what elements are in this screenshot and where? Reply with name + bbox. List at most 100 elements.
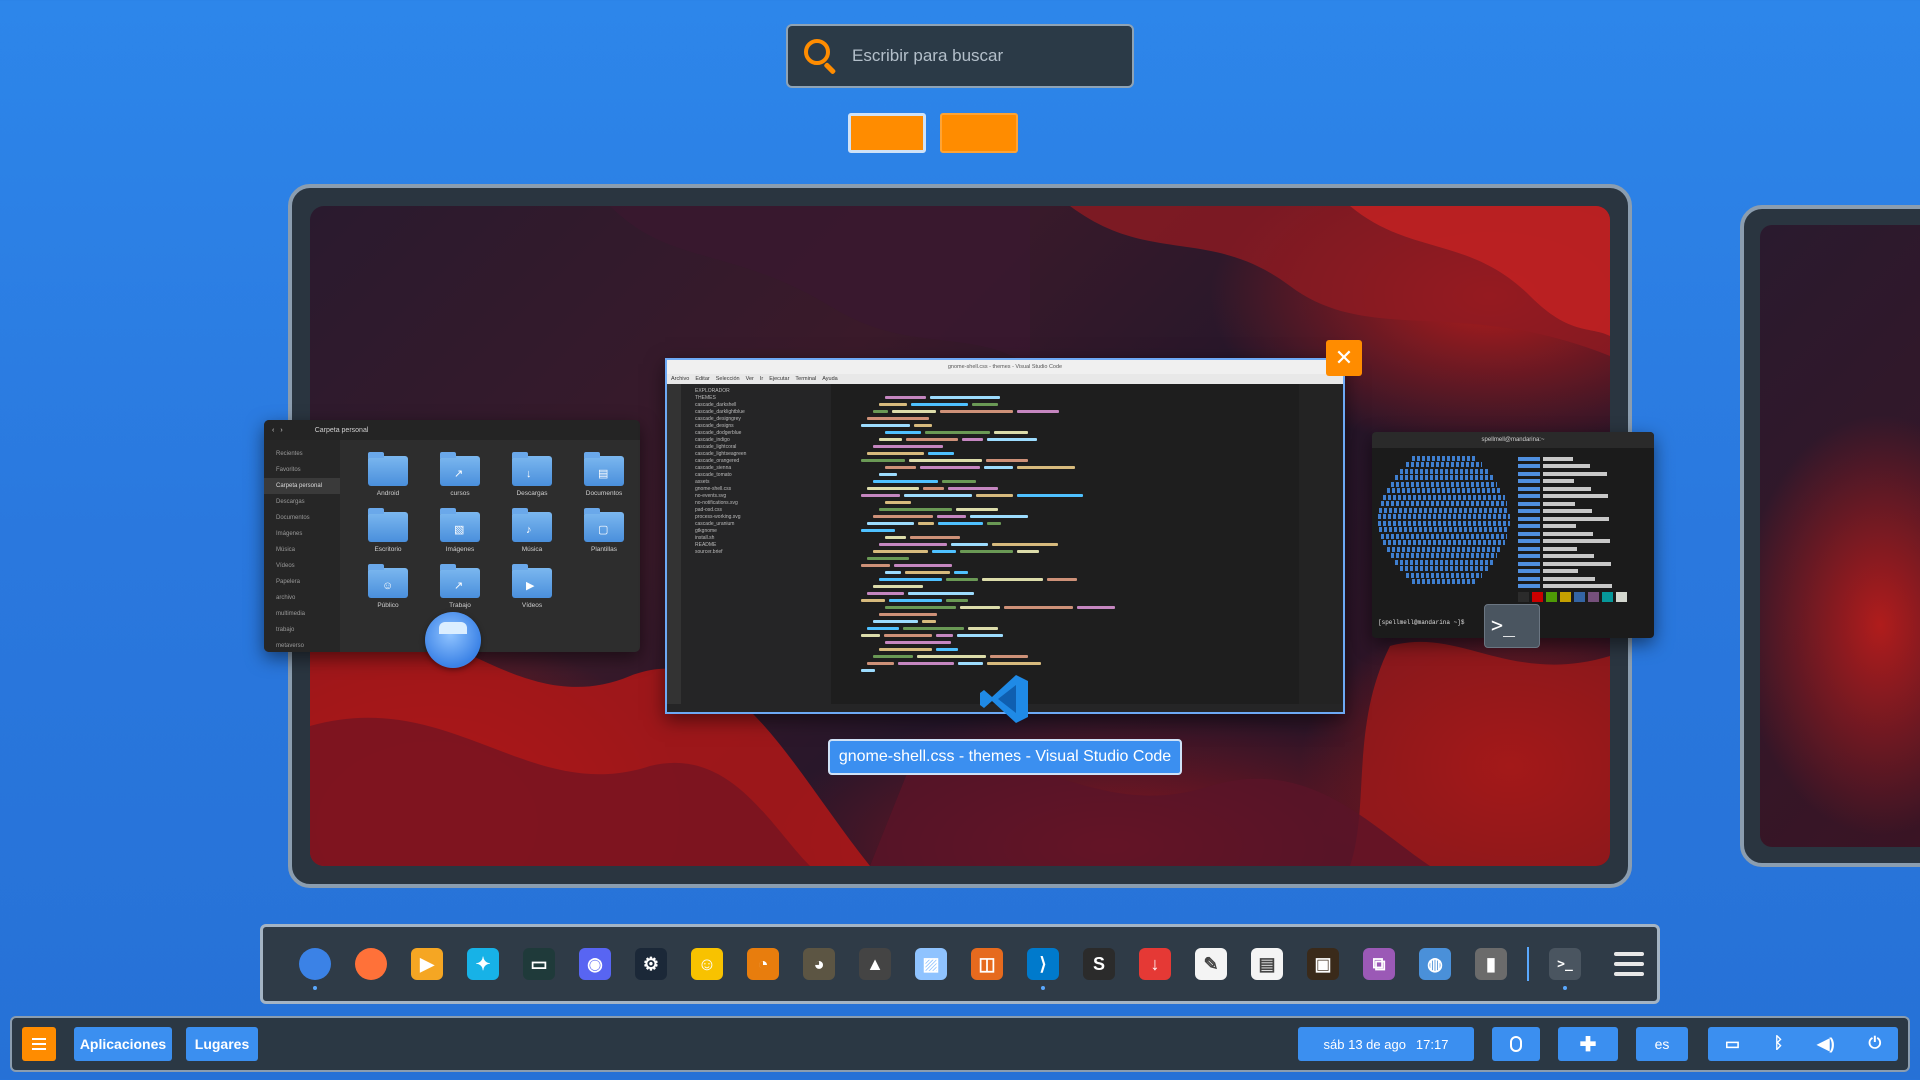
files-sidebar-item[interactable]: Documentos <box>264 510 340 526</box>
dock-item-steam[interactable]: ⚙ <box>623 936 679 992</box>
vscode-menu-item[interactable]: Ejecutar <box>769 376 789 382</box>
files-sidebar-item[interactable]: metaverso <box>264 638 340 652</box>
show-applications-button[interactable] <box>1601 936 1657 992</box>
explorer-item[interactable]: gnome-shell.css <box>681 486 831 493</box>
explorer-item[interactable]: README <box>681 542 831 549</box>
explorer-item[interactable]: cascade_lightcoral <box>681 444 831 451</box>
notifications-button[interactable] <box>1492 1027 1540 1061</box>
search-input[interactable] <box>852 46 1112 66</box>
files-sidebar-item[interactable]: multimedia <box>264 606 340 622</box>
files-sidebar-item[interactable]: trabajo <box>264 622 340 638</box>
workspace-thumbnail-1[interactable] <box>848 113 926 153</box>
folder-item[interactable]: ↗ Trabajo <box>424 564 496 620</box>
explorer-item[interactable]: cascade_designs <box>681 423 831 430</box>
files-sidebar-item[interactable]: Carpeta personal <box>264 478 340 494</box>
explorer-item[interactable]: cascade_darkshell <box>681 402 831 409</box>
folder-item[interactable]: ↗ cursos <box>424 452 496 508</box>
explorer-item[interactable]: assets <box>681 479 831 486</box>
folder-label: Trabajo <box>449 602 471 609</box>
back-icon[interactable]: ‹ <box>272 427 274 434</box>
explorer-item[interactable]: THEMES <box>681 395 831 402</box>
folder-item[interactable]: ☺ Público <box>352 564 424 620</box>
folder-item[interactable]: ♪ Música <box>496 508 568 564</box>
applications-menu-button[interactable]: Aplicaciones <box>74 1027 172 1061</box>
folder-item[interactable]: ▢ Plantillas <box>568 508 640 564</box>
dock-item-terminal[interactable]: >_ <box>1537 936 1593 992</box>
vscode-menu-item[interactable]: Ir <box>760 376 763 382</box>
folder-item[interactable]: Escritorio <box>352 508 424 564</box>
places-menu-button[interactable]: Lugares <box>186 1027 258 1061</box>
vscode-menu-item[interactable]: Archivo <box>671 376 689 382</box>
explorer-item[interactable]: install.sh <box>681 535 831 542</box>
dock-item-blender[interactable]: ◔ <box>735 936 791 992</box>
dock-item-vscode[interactable]: ⟩ <box>1015 936 1071 992</box>
forward-icon[interactable]: › <box>280 427 282 434</box>
dock-item-image-viewer[interactable]: ▨ <box>903 936 959 992</box>
dock-item-gimp[interactable]: ◕ <box>791 936 847 992</box>
folder-item[interactable]: ↓ Descargas <box>496 452 568 508</box>
explorer-item[interactable]: cascade_darklightblue <box>681 409 831 416</box>
vscode-menu-item[interactable]: Terminal <box>795 376 816 382</box>
explorer-item[interactable]: EXPLORADOR <box>681 388 831 395</box>
vscode-menu-item[interactable]: Ayuda <box>822 376 838 382</box>
files-sidebar-item[interactable]: Papelera <box>264 574 340 590</box>
explorer-item[interactable]: process-working.svg <box>681 514 831 521</box>
pyxel-icon: ▣ <box>1307 948 1339 980</box>
dock-item-text-editor[interactable]: ✎ <box>1183 936 1239 992</box>
explorer-item[interactable]: gtkgnome <box>681 528 831 535</box>
vscode-window[interactable]: gnome-shell.css - themes - Visual Studio… <box>665 358 1345 714</box>
explorer-item[interactable]: cascade_designgrey <box>681 416 831 423</box>
dock-item-control-center[interactable]: ◍ <box>1407 936 1463 992</box>
vscode-menu-item[interactable]: Ver <box>746 376 754 382</box>
explorer-item[interactable]: cascade_dodgerblue <box>681 430 831 437</box>
dock-item-skype[interactable]: S <box>1071 936 1127 992</box>
clock-button[interactable]: sáb 13 de ago 17:17 <box>1298 1027 1474 1061</box>
dock-item-usb-drive[interactable]: ▮ <box>1463 936 1519 992</box>
explorer-item[interactable]: no-events.svg <box>681 493 831 500</box>
files-sidebar-item[interactable]: Música <box>264 542 340 558</box>
extensions-button[interactable]: ✚ <box>1558 1027 1618 1061</box>
files-sidebar-item[interactable]: Recientes <box>264 446 340 462</box>
folder-item[interactable]: ▶ Vídeos <box>496 564 568 620</box>
explorer-item[interactable]: cascade_tomato <box>681 472 831 479</box>
dock-item-pyxel[interactable]: ▣ <box>1295 936 1351 992</box>
files-sidebar-item[interactable]: archivo <box>264 590 340 606</box>
explorer-item[interactable]: cascade_indigo <box>681 437 831 444</box>
files-sidebar-item[interactable]: Favoritos <box>264 462 340 478</box>
search-box[interactable] <box>786 24 1134 88</box>
workspace-thumbnail-2[interactable] <box>940 113 1018 153</box>
folder-item[interactable]: ▧ Imágenes <box>424 508 496 564</box>
arc-menu-button[interactable] <box>22 1027 56 1061</box>
files-sidebar-item[interactable]: Vídeos <box>264 558 340 574</box>
dock-item-inkscape[interactable]: ▲ <box>847 936 903 992</box>
workspace-2-preview[interactable] <box>1740 205 1920 867</box>
files-sidebar-item[interactable]: Descargas <box>264 494 340 510</box>
dock-item-kodi[interactable]: ✦ <box>455 936 511 992</box>
keyboard-layout-button[interactable]: es <box>1636 1027 1688 1061</box>
dock-item-crop-tool[interactable]: ⧉ <box>1351 936 1407 992</box>
dock-item-calculator[interactable]: ▤ <box>1239 936 1295 992</box>
folder-item[interactable]: Android <box>352 452 424 508</box>
folder-item[interactable]: ▤ Documentos <box>568 452 640 508</box>
dock-item-media-player[interactable]: ▶ <box>399 936 455 992</box>
close-window-button[interactable]: ✕ <box>1326 340 1362 376</box>
screenshot-icon: ◫ <box>971 948 1003 980</box>
dock-item-chat[interactable]: ☺ <box>679 936 735 992</box>
explorer-item[interactable]: cascade_orangered <box>681 458 831 465</box>
vscode-menu-item[interactable]: Editar <box>695 376 709 382</box>
explorer-item[interactable]: cascade_sienna <box>681 465 831 472</box>
explorer-item[interactable]: cascade_uranium <box>681 521 831 528</box>
files-sidebar-item[interactable]: Imágenes <box>264 526 340 542</box>
explorer-item[interactable]: no-notifications.svg <box>681 500 831 507</box>
dock-item-downloader[interactable]: ↓ <box>1127 936 1183 992</box>
dock-item-terminal-green[interactable]: ▭ <box>511 936 567 992</box>
vscode-menu-item[interactable]: Selección <box>716 376 740 382</box>
system-menu-button[interactable]: ▭ ᛒ ◀) ⏻ <box>1708 1027 1898 1061</box>
dock-item-files[interactable] <box>287 936 343 992</box>
explorer-item[interactable]: pad-osd.css <box>681 507 831 514</box>
explorer-item[interactable]: cascade_lightseagreen <box>681 451 831 458</box>
explorer-item[interactable]: sourcer.brief <box>681 549 831 556</box>
dock-item-discord[interactable]: ◉ <box>567 936 623 992</box>
dock-item-firefox[interactable] <box>343 936 399 992</box>
dock-item-screenshot[interactable]: ◫ <box>959 936 1015 992</box>
